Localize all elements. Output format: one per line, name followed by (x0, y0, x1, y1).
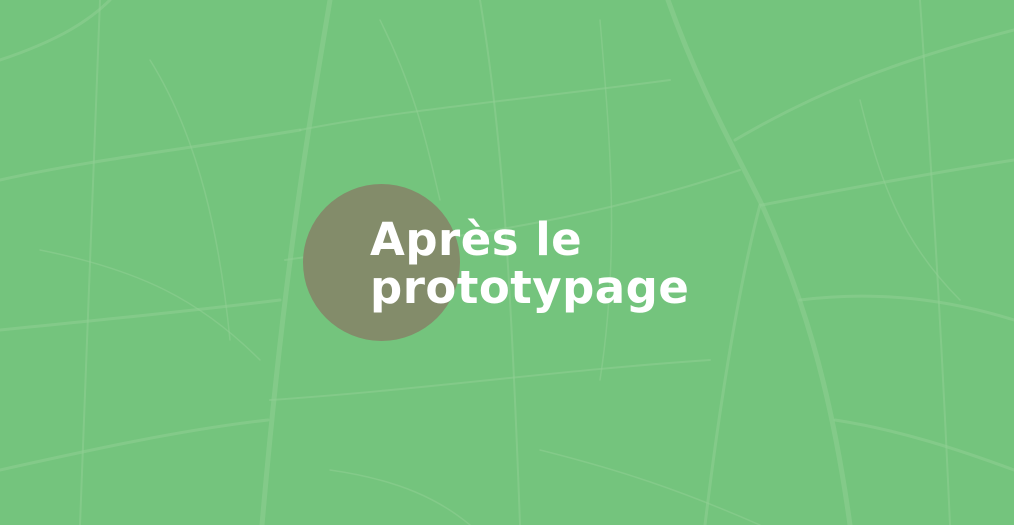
title-line-1: Après le (370, 213, 583, 266)
page-title: Après le prototypage (370, 216, 970, 312)
title-line-2: prototypage (370, 261, 690, 314)
hero-banner: Après le prototypage (0, 0, 1014, 525)
